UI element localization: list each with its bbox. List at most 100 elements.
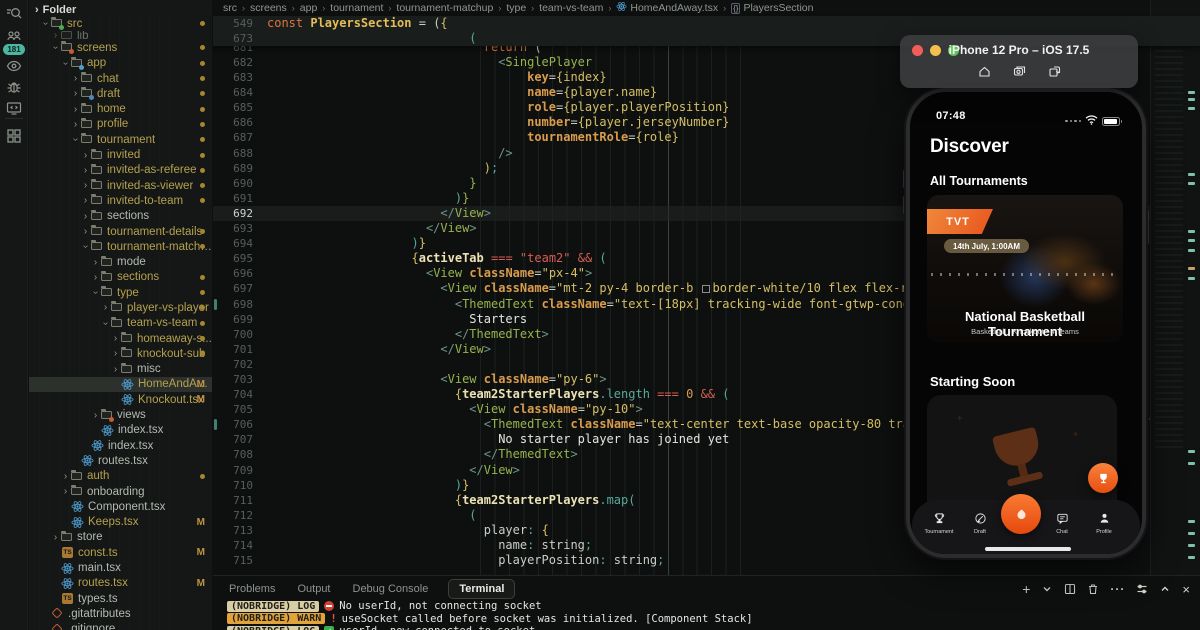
overview-ruler-mark [1188, 450, 1195, 453]
tree-item-mode[interactable]: ›mode [29, 254, 212, 269]
panel-tab-terminal[interactable]: Terminal [448, 579, 515, 599]
breadcrumb[interactable]: src›screens›app›tournament›tournament-ma… [223, 0, 813, 16]
tree-item-store[interactable]: ›store [29, 530, 212, 545]
tab-draft[interactable]: Draft [960, 512, 1000, 535]
tab-profile[interactable]: Profile [1084, 512, 1124, 535]
overview-ruler-mark [1188, 462, 1195, 465]
tree-item-keeps-tsx[interactable]: Keeps.tsxM [29, 515, 212, 530]
tree-item-invited[interactable]: ›invited [29, 147, 212, 162]
phone-screen[interactable]: 07:48 Discover All Tournaments TVT 14th … [910, 92, 1142, 554]
new-terminal-icon[interactable]: + [1022, 581, 1030, 597]
tree-item-screens[interactable]: ›screens [29, 40, 212, 55]
tree-item-player-vs-player[interactable]: ›player-vs-player [29, 300, 212, 315]
breadcrumb-item[interactable]: app [300, 2, 318, 14]
modified-dot [200, 21, 205, 26]
tree-item-knockout-sub[interactable]: ›knockout-sub [29, 346, 212, 361]
tab-label: Tournament [919, 529, 959, 535]
tree-item-chat[interactable]: ›chat [29, 71, 212, 86]
tree-item-invited-as-referee[interactable]: ›invited-as-referee [29, 163, 212, 178]
minimap[interactable] [1150, 0, 1200, 575]
tree-item-homeandaw-[interactable]: HomeAndAw...M [29, 377, 212, 392]
chevron-icon: › [91, 410, 100, 421]
panel-tab-problems[interactable]: Problems [227, 580, 277, 598]
explorer-root[interactable]: › Folder [35, 2, 76, 17]
grid-icon[interactable] [6, 128, 22, 144]
chevron-down-icon[interactable] [1041, 583, 1053, 595]
tree-item-type[interactable]: ›type [29, 285, 212, 300]
close-panel-icon[interactable]: × [1182, 582, 1190, 597]
overview-ruler-mark [1188, 230, 1195, 233]
breadcrumb-item[interactable]: screens [250, 2, 287, 14]
trash-icon[interactable] [1087, 583, 1099, 595]
iphone-simulator[interactable]: 07:48 Discover All Tournaments TVT 14th … [906, 88, 1146, 558]
folder-icon [110, 302, 123, 313]
views-filter-icon[interactable] [1136, 583, 1148, 595]
tab-chat[interactable]: Chat [1042, 512, 1082, 535]
tree-item-draft[interactable]: ›draft [29, 86, 212, 101]
tree-item-onboarding[interactable]: ›onboarding [29, 484, 212, 499]
tree-item-index-tsx[interactable]: index.tsx [29, 423, 212, 438]
create-tournament-fab[interactable] [1088, 463, 1118, 493]
breadcrumb-item[interactable]: team-vs-team [539, 2, 603, 14]
tree-item-types-ts[interactable]: TStypes.ts [29, 591, 212, 606]
breadcrumb-item[interactable]: tournament-matchup [396, 2, 493, 14]
code-line-549: 549const PlayersSection = ({ [213, 16, 1200, 31]
tree-item-invited-to-team[interactable]: ›invited-to-team [29, 193, 212, 208]
bug-icon[interactable] [6, 79, 22, 95]
tree-item-label: index.tsx [118, 424, 163, 436]
tab-tournament[interactable]: Tournament [919, 512, 959, 535]
tree-item-lib[interactable]: ›lib [29, 31, 212, 40]
tree-item-auth[interactable]: ›auth [29, 469, 212, 484]
folder-icon [100, 287, 113, 298]
breadcrumb-item[interactable]: {}PlayersSection [731, 2, 813, 14]
tree-item-invited-as-viewer[interactable]: ›invited-as-viewer [29, 178, 212, 193]
tree-item-profile[interactable]: ›profile [29, 117, 212, 132]
maximize-panel-icon[interactable] [1159, 583, 1171, 595]
tree-item-routes-tsx[interactable]: routes.tsxM [29, 576, 212, 591]
tree-item-knockout-tsx[interactable]: Knockout.tsxM [29, 392, 212, 407]
tree-item--gitignore[interactable]: .gitignore [29, 622, 212, 630]
tree-item-homeaway-s-[interactable]: ›homeaway-s... [29, 331, 212, 346]
tree-item-tournament-matchup[interactable]: ›tournament-matchup [29, 239, 212, 254]
tree-item-home[interactable]: ›home [29, 101, 212, 116]
tree-item-label: index.tsx [108, 440, 153, 452]
breadcrumb-item[interactable]: tournament [330, 2, 383, 14]
split-terminal-icon[interactable] [1064, 583, 1076, 595]
search-icon[interactable] [6, 6, 22, 22]
rotate-icon[interactable] [1048, 65, 1061, 78]
tree-item-tournament[interactable]: ›tournament [29, 132, 212, 147]
breadcrumb-item[interactable]: src [223, 2, 237, 14]
home-indicator[interactable] [985, 547, 1071, 551]
panel-tab-debug-console[interactable]: Debug Console [351, 580, 431, 598]
monitor-code-icon[interactable] [6, 100, 22, 116]
tree-item-const-ts[interactable]: TSconst.tsM [29, 545, 212, 560]
home-icon[interactable] [978, 65, 991, 78]
more-icon[interactable]: ··· [1110, 582, 1125, 596]
eye-icon[interactable] [6, 58, 22, 74]
tournament-card[interactable]: TVT 14th July, 1:00AM National Basketbal… [927, 195, 1123, 343]
tree-item-sections[interactable]: ›sections [29, 270, 212, 285]
tree-item-misc[interactable]: ›misc [29, 362, 212, 377]
tree-item--gitattributes[interactable]: .gitattributes [29, 606, 212, 621]
simulator-titlebar[interactable]: iPhone 12 Pro – iOS 17.5 [900, 35, 1138, 88]
screenshot-icon[interactable] [1013, 65, 1026, 78]
tree-item-component-tsx[interactable]: Component.tsx [29, 499, 212, 514]
panel-tab-output[interactable]: Output [295, 580, 332, 598]
tree-item-tournament-details[interactable]: ›tournament-details [29, 224, 212, 239]
breadcrumb-item[interactable]: HomeAndAway.tsx [616, 1, 718, 15]
terminal-output[interactable]: (NOBRIDGE) LOGNo userId, not connecting … [227, 600, 1196, 630]
overview-ruler-mark [1188, 98, 1195, 101]
tree-item-sections[interactable]: ›sections [29, 209, 212, 224]
tree-item-app[interactable]: ›app [29, 56, 212, 71]
tree-item-views[interactable]: ›views [29, 407, 212, 422]
tab-home-center[interactable] [1001, 494, 1041, 534]
tree-item-label: invited-to-team [107, 195, 183, 207]
tree-item-index-tsx[interactable]: index.tsx [29, 438, 212, 453]
breadcrumb-item[interactable]: type [506, 2, 526, 14]
status-icons [1065, 112, 1120, 130]
tree-item-team-vs-team[interactable]: ›team-vs-team [29, 316, 212, 331]
tree-item-routes-tsx[interactable]: routes.tsx [29, 453, 212, 468]
file-tree: ›src›lib›screens›app›chat›draft›home›pro… [29, 16, 212, 630]
tree-item-src[interactable]: ›src [29, 16, 212, 31]
tree-item-main-tsx[interactable]: main.tsx [29, 560, 212, 575]
